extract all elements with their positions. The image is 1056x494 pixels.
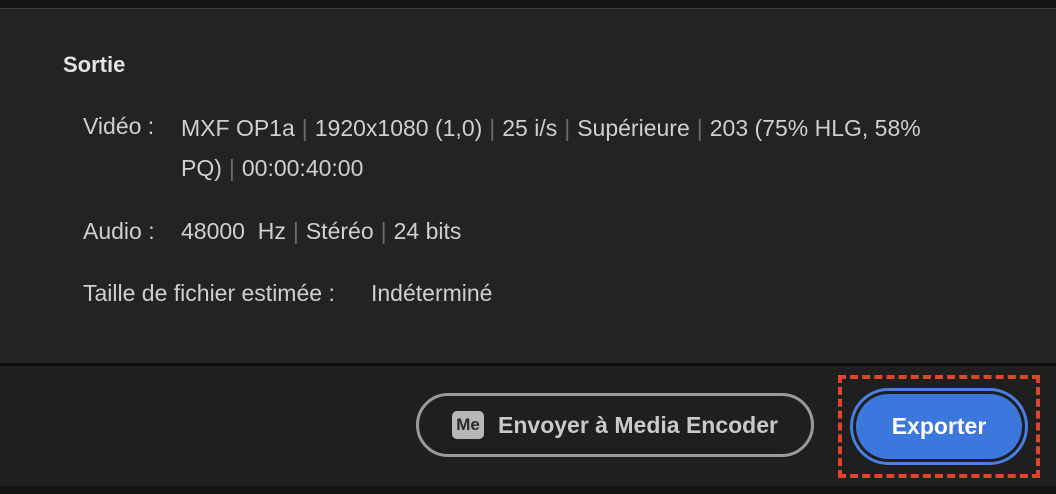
audio-channels: Stéréo (305, 218, 374, 244)
top-border (0, 0, 1056, 9)
bottom-border (0, 486, 1056, 494)
video-resolution: 1920x1080 (1,0) (314, 115, 483, 141)
video-hdr-value: 203 (75% HLG, 58% (709, 115, 921, 141)
audio-summary: 48000 Hz | Stéréo | 24 bits (181, 210, 461, 252)
video-hdr-continuation: PQ) (181, 155, 222, 181)
video-format: MXF OP1a (181, 115, 295, 141)
media-encoder-icon: Me (452, 411, 485, 439)
video-framerate: 25 i/s (502, 115, 558, 141)
separator: | (228, 155, 235, 181)
audio-bit-depth: 24 bits (393, 218, 462, 244)
output-summary-panel (0, 9, 1056, 363)
export-button[interactable]: Exporter (850, 388, 1028, 465)
send-to-media-encoder-button[interactable]: Me Envoyer à Media Encoder (416, 393, 814, 457)
video-quality: Supérieure (577, 115, 690, 141)
audio-sample-rate: 48000 Hz (181, 218, 286, 244)
video-summary-line1: MXF OP1a | 1920x1080 (1,0) | 25 i/s | Supérieu… (181, 107, 921, 149)
video-label: Vidéo : (83, 113, 155, 139)
export-button-fill: Exporter (856, 394, 1022, 459)
separator: | (301, 115, 308, 141)
filesize-label: Taille de fichier estimée : (83, 280, 335, 306)
separator: | (489, 115, 496, 141)
audio-label: Audio : (83, 218, 155, 244)
video-summary-line2: PQ) | 00:00:40:00 (181, 147, 363, 189)
separator: | (292, 218, 299, 244)
video-duration: 00:00:40:00 (241, 155, 364, 181)
filesize-value: Indéterminé (371, 280, 493, 306)
separator: | (564, 115, 571, 141)
export-button-label: Exporter (891, 413, 987, 439)
output-section-title: Sortie (63, 52, 126, 77)
separator: | (380, 218, 387, 244)
separator: | (696, 115, 703, 141)
send-to-media-encoder-label: Envoyer à Media Encoder (498, 411, 778, 438)
